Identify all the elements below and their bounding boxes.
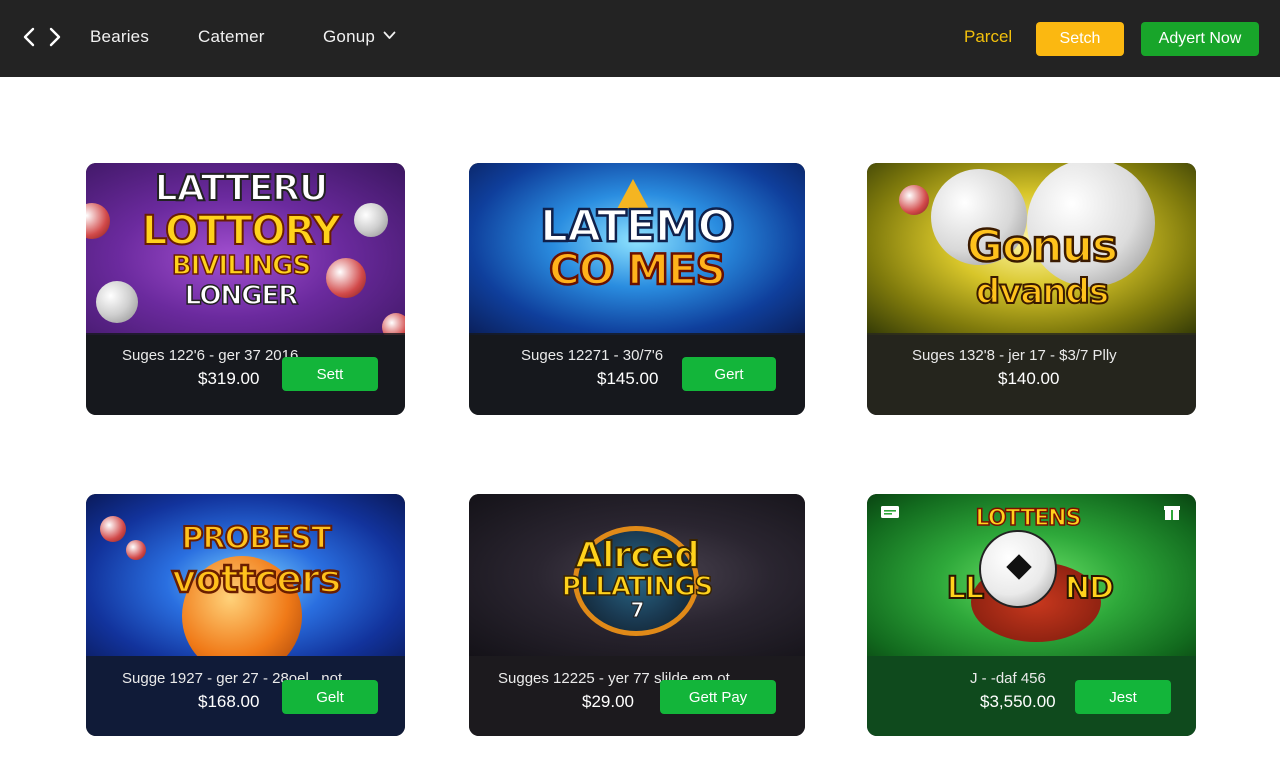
lottery-card[interactable]: LOTTENS LL ND J - -daf 456 $3,550.00 Jes…	[867, 494, 1196, 736]
get-button[interactable]: Gett Pay	[660, 680, 776, 714]
art-title-line: vottcers	[170, 557, 342, 601]
card-price: $145.00	[597, 369, 659, 388]
card-info-bar: Sugges 12225 - yer 77 slilde em ot $29.0…	[469, 656, 805, 736]
nav-dropdown-gonup[interactable]: Gonup	[323, 27, 396, 47]
card-artwork: PROBEST vottcers	[86, 494, 405, 656]
card-info-bar: Suges 122'6 - ger 37 2016 $319.00 Sett	[86, 333, 405, 415]
card-meta: J - -daf 456	[970, 670, 1046, 687]
forward-arrow-icon[interactable]	[48, 26, 62, 48]
art-title-line: LOTTORY	[141, 208, 342, 254]
card-artwork: Alrced PLLATINGS 7	[469, 494, 805, 656]
art-title-line: LL	[946, 571, 985, 606]
card-info-bar: Sugge 1927 - ger 27 - 28oel. .not $168.0…	[86, 656, 405, 736]
card-price: $319.00	[198, 369, 260, 388]
card-price: $168.00	[198, 692, 260, 711]
top-bar: Bearies Catemer Gonup Parcel Setch Adyer…	[0, 0, 1280, 77]
art-title-line: Alrced	[574, 535, 700, 576]
art-title-line: BIVILINGS	[171, 251, 312, 281]
art-title-line: LONGER	[184, 281, 299, 311]
lottery-card[interactable]: LATTERU LOTTORY BIVILINGS LONGER Suges 1…	[86, 163, 405, 415]
chevron-down-icon	[383, 31, 396, 39]
art-title-line: ND	[1064, 571, 1115, 606]
card-meta: Suges 122'6 - ger 37 2016	[122, 347, 299, 364]
nav-item-catemer[interactable]: Catemer	[198, 27, 265, 47]
card-artwork: Gonus dvands	[867, 163, 1196, 335]
art-title-line: 7	[630, 598, 645, 622]
lottery-card[interactable]: Gonus dvands Suges 132'8 - jer 17 - $3/7…	[867, 163, 1196, 415]
art-title-line: Gonus	[966, 221, 1120, 272]
art-title-line: PROBEST	[180, 521, 332, 556]
card-artwork: LOTTENS LL ND	[867, 494, 1196, 656]
get-button[interactable]: Sett	[282, 357, 378, 391]
parcel-link[interactable]: Parcel	[964, 27, 1012, 47]
nav-item-gonup-label: Gonup	[323, 27, 376, 46]
card-info-bar: J - -daf 456 $3,550.00 Jest	[867, 656, 1196, 736]
lottery-card[interactable]: LATEMO CO MES Suges 12271 - 30/7'6 $145.…	[469, 163, 805, 415]
ticket-icon	[881, 506, 899, 518]
get-button[interactable]: Jest	[1075, 680, 1171, 714]
card-price: $29.00	[582, 692, 634, 711]
art-title-line: CO MES	[548, 245, 727, 294]
get-button[interactable]: Gelt	[282, 680, 378, 714]
art-title-line: dvands	[975, 272, 1110, 312]
card-artwork: LATEMO CO MES	[469, 163, 805, 335]
art-title-line: PLLATINGS	[561, 572, 714, 602]
art-title-line: LATTERU	[154, 168, 330, 209]
art-title-line: LATEMO	[539, 201, 736, 252]
card-info-bar: Suges 12271 - 30/7'6 $145.00 Gert	[469, 333, 805, 415]
card-info-bar: Suges 132'8 - jer 17 - $3/7 Plly $140.00	[867, 333, 1196, 415]
advert-now-button[interactable]: Adyert Now	[1141, 22, 1259, 56]
get-button[interactable]: Gert	[682, 357, 776, 391]
nav-item-bearies[interactable]: Bearies	[90, 27, 149, 47]
art-title-line: LOTTENS	[975, 506, 1082, 531]
gift-icon	[1164, 506, 1180, 520]
lottery-card[interactable]: PROBEST vottcers Sugge 1927 - ger 27 - 2…	[86, 494, 405, 736]
history-nav	[22, 26, 62, 50]
back-arrow-icon[interactable]	[22, 26, 36, 48]
card-meta: Suges 132'8 - jer 17 - $3/7 Plly	[912, 347, 1117, 364]
card-price: $3,550.00	[980, 692, 1056, 711]
lottery-card[interactable]: Alrced PLLATINGS 7 Sugges 12225 - yer 77…	[469, 494, 805, 736]
card-price: $140.00	[998, 369, 1060, 388]
card-artwork: LATTERU LOTTORY BIVILINGS LONGER	[86, 163, 405, 335]
card-meta: Suges 12271 - 30/7'6	[521, 347, 664, 364]
switch-button[interactable]: Setch	[1036, 22, 1124, 56]
